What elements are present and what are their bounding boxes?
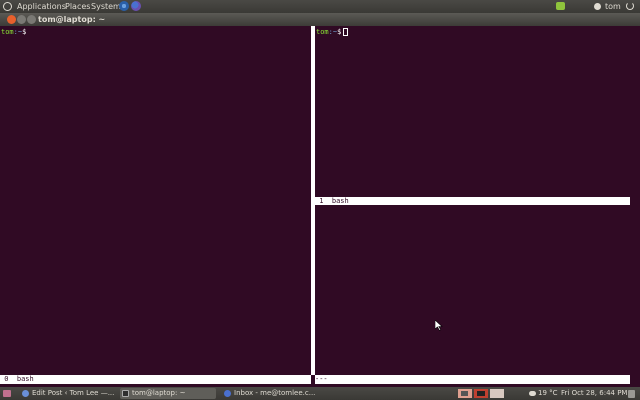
pane2-status-bar[interactable]: --- [315,375,630,384]
close-button[interactable] [7,15,16,24]
prompt-path: :~ [328,28,338,36]
pane1-status-bar[interactable]: 1 bash [315,197,630,205]
prompt-symbol: $ [337,28,342,36]
pane0-status-bar[interactable]: 0 bash [0,375,311,384]
workspace-switcher-3[interactable] [490,389,504,398]
show-desktop-icon[interactable] [3,390,11,397]
taskbar-item-label: tom@laptop: ~ [132,389,186,397]
minimize-button[interactable] [17,15,26,24]
firefox-launcher-icon[interactable] [131,1,141,11]
browser-icon [22,390,29,397]
pane0-prompt: tom:~$ [1,28,26,36]
terminal-cursor [343,28,349,36]
prompt-symbol: $ [22,28,27,36]
menu-applications[interactable]: Applications [17,0,66,13]
power-icon[interactable] [626,2,634,10]
clock[interactable]: Fri Oct 28, 6:44 PM [561,387,627,400]
prompt-user: tom [1,28,14,36]
weather-temperature[interactable]: 19 °C [538,387,558,400]
user-name[interactable]: tom [605,0,621,13]
top-panel: Applications Places System tom [0,0,640,13]
menu-places[interactable]: Places [65,0,90,13]
ubuntu-logo-icon[interactable] [3,2,12,11]
prompt-path: :~ [13,28,23,36]
workspace-switcher-1[interactable] [458,389,472,398]
trash-icon[interactable] [628,390,635,398]
terminal-icon [122,390,129,397]
taskbar-item-label: Edit Post ‹ Tom Lee —... [32,389,115,397]
taskbar-item-terminal[interactable]: tom@laptop: ~ [120,388,216,399]
window-title: tom@laptop: ~ [38,15,106,24]
chat-icon[interactable] [556,2,565,10]
window-title-bar[interactable]: tom@laptop: ~ [0,13,640,26]
taskbar-item-edit-post[interactable]: Edit Post ‹ Tom Lee —... [20,388,116,399]
user-icon[interactable] [594,3,601,10]
workspace-switcher-2[interactable] [474,389,488,398]
prompt-user: tom [316,28,329,36]
menu-system[interactable]: System [91,0,121,13]
taskbar-item-inbox[interactable]: Inbox - me@tomlee.c... [222,388,318,399]
bottom-taskbar: Edit Post ‹ Tom Lee —... tom@laptop: ~ I… [0,387,640,400]
maximize-button[interactable] [27,15,36,24]
browser-launcher-icon[interactable] [119,1,129,11]
pane1-prompt: tom:~$ [316,28,349,36]
taskbar-item-label: Inbox - me@tomlee.c... [234,389,316,397]
terminal-area[interactable]: tom:~$ tom:~$ 1 bash 0 bash --- [0,26,640,387]
weather-icon[interactable] [529,391,536,396]
mail-icon [224,390,231,397]
